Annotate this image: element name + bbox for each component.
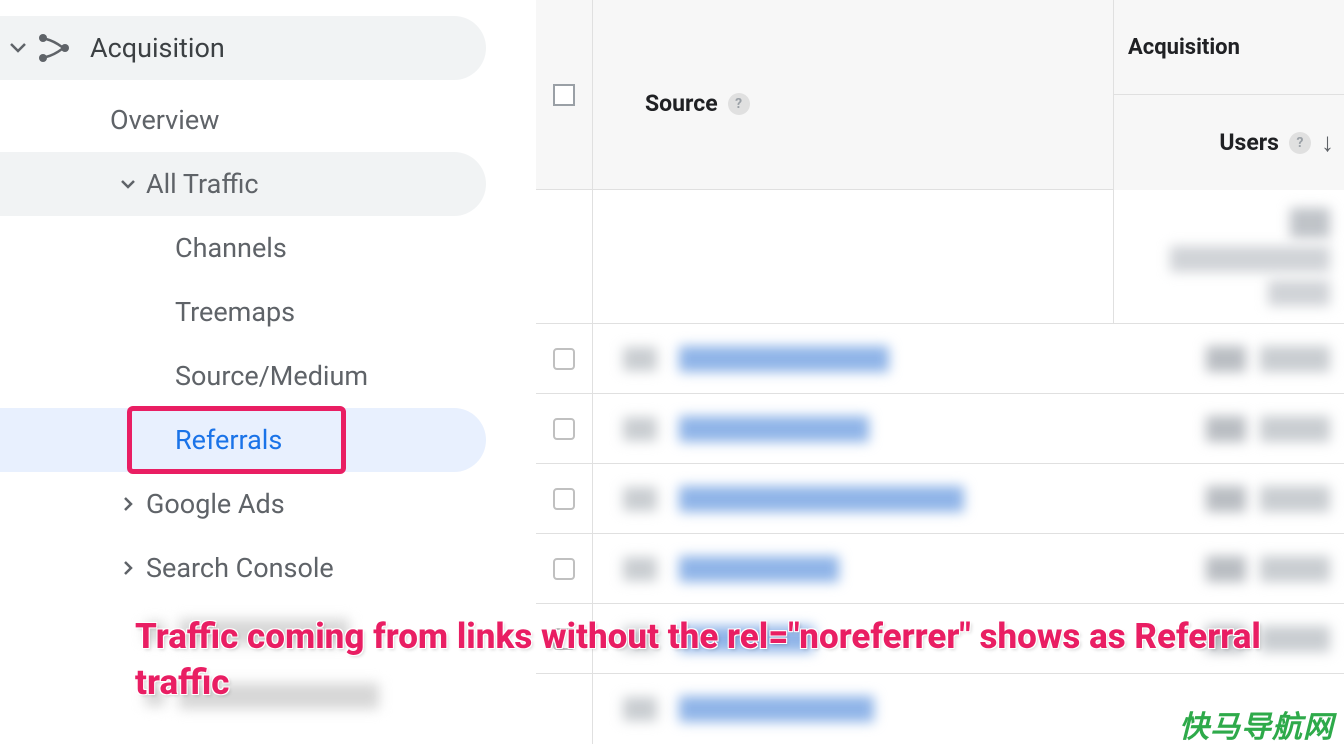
table-row: [536, 604, 1344, 674]
column-label: Source: [645, 90, 718, 117]
redacted-source-link[interactable]: [679, 696, 874, 722]
column-header-users[interactable]: Users ? ↓: [1114, 95, 1344, 190]
table-row: [536, 464, 1344, 534]
redacted-value: [1170, 246, 1330, 272]
sidebar-item-label: Source/Medium: [175, 360, 368, 392]
sidebar-item-label: All Traffic: [146, 168, 259, 200]
sidebar-item-search-console[interactable]: Search Console: [0, 536, 536, 600]
column-group-label: Acquisition: [1128, 35, 1240, 60]
redacted-source-link[interactable]: [679, 346, 889, 372]
help-icon[interactable]: ?: [1289, 132, 1311, 154]
row-checkbox[interactable]: [553, 488, 575, 510]
acquisition-icon: [36, 31, 70, 65]
sidebar-item-label: Google Ads: [146, 488, 285, 520]
redacted-value: [1290, 208, 1330, 238]
table-row: [536, 534, 1344, 604]
sidebar-item-all-traffic[interactable]: All Traffic: [0, 152, 486, 216]
column-group-acquisition: Acquisition: [1114, 0, 1344, 95]
chevron-right-icon: [118, 497, 138, 511]
sidebar-item-label: Search Console: [146, 552, 334, 584]
chevron-down-icon: [118, 180, 138, 189]
redacted-value: [1260, 626, 1330, 652]
redacted-index: [623, 697, 657, 721]
redacted-value: [1206, 416, 1246, 442]
redacted-value: [1260, 346, 1330, 372]
table-header: Source ? Acquisition Users ? ↓: [536, 0, 1344, 190]
watermark: 快马导航网: [1179, 702, 1334, 746]
sidebar-section-acquisition[interactable]: Acquisition: [0, 16, 486, 80]
row-checkbox[interactable]: [553, 558, 575, 580]
sidebar-item-google-ads[interactable]: Google Ads: [0, 472, 536, 536]
sidebar-item-label: Channels: [175, 232, 287, 264]
redacted-source-link[interactable]: [679, 556, 839, 582]
redacted-index: [623, 557, 657, 581]
sidebar-item-redacted: [0, 664, 536, 728]
redacted-value: [1206, 346, 1246, 372]
sidebar-item-label: Referrals: [175, 424, 282, 456]
redacted-index: [623, 627, 657, 651]
redacted-value: [1268, 280, 1330, 306]
sort-descending-icon: ↓: [1321, 127, 1334, 158]
sidebar-item-channels[interactable]: Channels: [0, 216, 536, 280]
sidebar-item-label: Treemaps: [175, 296, 295, 328]
redacted-index: [623, 347, 657, 371]
sidebar-item-redacted: [0, 600, 536, 664]
chevron-down-icon: [8, 43, 28, 53]
chevron-right-icon: [118, 561, 138, 575]
redacted-value: [1206, 626, 1246, 652]
help-icon[interactable]: ?: [728, 93, 750, 115]
header-checkbox-cell: [536, 0, 593, 190]
sidebar-item-label: Overview: [110, 104, 219, 136]
sidebar: Acquisition Overview All Traffic Channel…: [0, 0, 536, 752]
table-row: [536, 324, 1344, 394]
redacted-index: [623, 487, 657, 511]
sidebar-section-label: Acquisition: [90, 32, 225, 64]
redacted-source-link[interactable]: [679, 416, 869, 442]
redacted-value: [1206, 486, 1246, 512]
redacted-source-link[interactable]: [679, 486, 964, 512]
row-checkbox[interactable]: [553, 628, 575, 650]
column-header-source[interactable]: Source ?: [593, 0, 1114, 190]
select-all-checkbox[interactable]: [553, 84, 575, 106]
redacted-source-link[interactable]: [679, 626, 814, 652]
table-row: [536, 394, 1344, 464]
sidebar-item-treemaps[interactable]: Treemaps: [0, 280, 536, 344]
redacted-index: [623, 417, 657, 441]
redacted-value: [1206, 556, 1246, 582]
redacted-value: [1260, 416, 1330, 442]
row-checkbox[interactable]: [553, 418, 575, 440]
column-label: Users: [1219, 129, 1279, 156]
redacted-value: [1260, 486, 1330, 512]
sidebar-item-source-medium[interactable]: Source/Medium: [0, 344, 536, 408]
sidebar-item-overview[interactable]: Overview: [0, 88, 536, 152]
redacted-value: [1260, 556, 1330, 582]
sidebar-item-referrals[interactable]: Referrals: [0, 408, 486, 472]
row-checkbox[interactable]: [553, 348, 575, 370]
data-table: Source ? Acquisition Users ? ↓: [536, 0, 1344, 752]
table-summary-row: [536, 190, 1344, 324]
